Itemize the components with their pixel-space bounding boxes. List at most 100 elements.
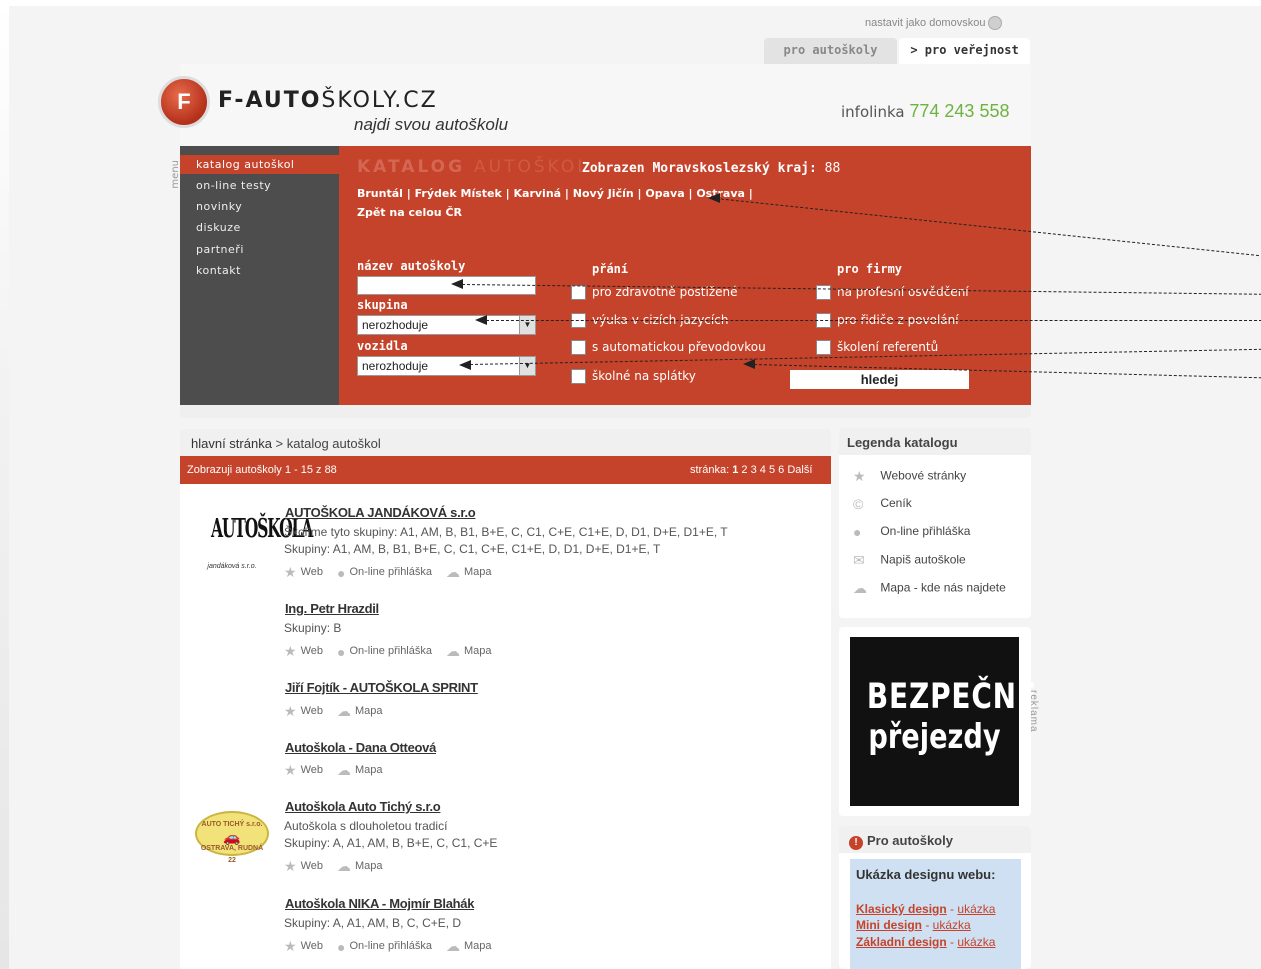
wish-checkbox-installments[interactable] <box>571 369 586 384</box>
town-link-bruntal[interactable]: Bruntál <box>357 187 403 200</box>
web-link[interactable]: Web <box>301 860 323 872</box>
map-link[interactable]: Mapa <box>355 764 383 776</box>
map-link[interactable]: Mapa <box>464 940 492 952</box>
online-signup-link[interactable]: On-line přihláška <box>349 566 432 578</box>
menu-item-diskuze[interactable]: diskuze <box>180 218 339 237</box>
design-link-basic[interactable]: Základní design - ukázka <box>856 935 995 949</box>
school-logo-tichy[interactable]: AUTO TICHÝ s.r.o. 🚗 OSTRAVA, RUDNÁ 22 <box>195 811 269 864</box>
page-link-6[interactable]: 6 <box>778 464 784 476</box>
legend-item-online: ● On-line přihláška <box>853 524 970 540</box>
group-select[interactable]: nerozhoduje ▼ <box>357 315 536 335</box>
wish-checkbox-automatic[interactable] <box>571 340 586 355</box>
school-logo-jandakova[interactable]: AUTOŠKOLA jandáková s.r.o. <box>197 503 313 571</box>
online-signup-link[interactable]: On-line přihláška <box>349 940 432 952</box>
vehicle-select[interactable]: nerozhoduje ▼ <box>357 356 536 376</box>
pro-subtitle: Ukázka designu webu: <box>856 867 996 882</box>
school-description: Školíme tyto skupiny: A1, AM, B, B1, B+E… <box>284 525 728 539</box>
logo-jandakova-title: AUTOŠKOLA <box>211 514 313 544</box>
menu-item-partneri[interactable]: partneři <box>180 240 339 259</box>
web-link[interactable]: Web <box>301 940 323 952</box>
wish-checkbox-disabled[interactable] <box>571 285 586 300</box>
group-select-value: nerozhoduje <box>362 318 429 332</box>
chevron-down-icon: ▼ <box>519 357 535 375</box>
town-link-frydek[interactable]: Frýdek Místek <box>415 187 502 200</box>
map-link[interactable]: Mapa <box>355 860 383 872</box>
menu-item-kontakt[interactable]: kontakt <box>180 261 339 280</box>
legend-item-price: © Ceník <box>853 496 912 512</box>
name-label: název autoškoly <box>357 259 466 273</box>
star-icon: ★ <box>284 938 297 954</box>
hotline-number: 774 243 558 <box>909 101 1010 121</box>
school-name-link[interactable]: AUTOŠKOLA JANDÁKOVÁ s.r.o <box>285 505 476 520</box>
side-menu: katalog autoškol on-line testy novinky d… <box>180 146 339 405</box>
web-link[interactable]: Web <box>301 705 323 717</box>
web-link[interactable]: Web <box>301 645 323 657</box>
town-link-novy-jicin[interactable]: Nový Jičín <box>573 187 634 200</box>
hotline-label: infolinka <box>841 103 905 121</box>
star-icon: ★ <box>284 643 297 659</box>
pro-title: ! Pro autoškoly <box>849 833 953 850</box>
school-name-link[interactable]: Autoškola - Dana Otteová <box>285 740 436 755</box>
design-suffix-basic: ukázka <box>957 935 996 949</box>
menu-item-katalog[interactable]: katalog autoškol <box>180 155 339 174</box>
design-link-classic[interactable]: Klasický design - ukázka <box>856 902 995 916</box>
town-link-karvina[interactable]: Karviná <box>514 187 562 200</box>
tab-pro-verejnost[interactable]: > pro veřejnost <box>899 38 1030 64</box>
breadcrumb-home-link[interactable]: hlavní stránka <box>191 436 272 451</box>
school-links: ★ Web ● On-line přihláška ☁ Mapa <box>284 643 506 660</box>
search-button[interactable]: hledej <box>790 370 969 389</box>
town-link-opava[interactable]: Opava <box>645 187 684 200</box>
page-link-5[interactable]: 5 <box>769 464 775 476</box>
map-icon: ☁ <box>336 858 351 874</box>
school-groups: Skupiny: A, A1, AM, B, B+E, C, C1, C+E <box>284 836 498 850</box>
school-name-link[interactable]: Ing. Petr Hrazdil <box>285 601 379 616</box>
online-signup-link[interactable]: On-line přihláška <box>349 645 432 657</box>
web-link[interactable]: Web <box>301 764 323 776</box>
listing-count: Zobrazuji autoškoly 1 - 15 z 88 <box>187 464 337 476</box>
map-link[interactable]: Mapa <box>355 705 383 717</box>
school-name-link[interactable]: Jiří Fojtík - AUTOŠKOLA SPRINT <box>285 680 478 695</box>
page-link-3[interactable]: 3 <box>751 464 757 476</box>
menu-item-novinky[interactable]: novinky <box>180 197 339 216</box>
pagination: stránka: 1 2 3 4 5 6 Další <box>690 464 812 476</box>
car-icon: 🚗 <box>223 829 241 845</box>
legend-label-web: Webové stránky <box>880 468 967 483</box>
design-link-mini[interactable]: Mini design - ukázka <box>856 918 971 932</box>
set-homepage-link[interactable]: nastavit jako domovskou <box>865 16 1003 30</box>
callout-arrow-icon <box>475 315 487 325</box>
listing-body <box>180 484 831 969</box>
map-link[interactable]: Mapa <box>464 566 492 578</box>
menu-item-online-testy[interactable]: on-line testy <box>180 176 339 195</box>
design-name-classic: Klasický design <box>856 902 947 916</box>
school-name-link[interactable]: Autoškola NIKA - Mojmír Blahák <box>285 896 474 911</box>
pager-label: stránka: <box>690 464 730 476</box>
design-suffix-mini: ukázka <box>932 918 971 932</box>
logo-text[interactable]: F-AUTOŠKOLY.CZ <box>218 88 438 113</box>
back-to-cr-link[interactable]: Zpět na celou ČR <box>357 206 462 219</box>
web-link[interactable]: Web <box>301 566 323 578</box>
legend-item-web: ★ Webové stránky <box>853 468 966 485</box>
price-icon: © <box>853 496 864 512</box>
firm-checkbox-professional[interactable] <box>816 285 831 300</box>
check-icon: ● <box>336 938 346 955</box>
vehicle-select-value: nerozhoduje <box>362 359 429 373</box>
logo-icon[interactable]: F <box>158 76 210 128</box>
map-icon: ☁ <box>853 580 867 596</box>
star-icon: ★ <box>284 564 297 580</box>
callout-arrow-icon <box>451 279 463 289</box>
page-link-2[interactable]: 2 <box>741 464 747 476</box>
alert-icon: ! <box>849 836 863 850</box>
homepage-icon <box>988 16 1003 30</box>
map-link[interactable]: Mapa <box>464 645 492 657</box>
page-link-4[interactable]: 4 <box>760 464 766 476</box>
map-icon: ☁ <box>336 703 351 719</box>
ad-banner[interactable]: BEZPEČNÉ přejezdy <box>850 637 1036 806</box>
star-icon: ★ <box>284 762 297 778</box>
school-name-link[interactable]: Autoškola Auto Tichý s.r.o <box>285 799 441 814</box>
school-groups: Skupiny: A, A1, AM, B, C, C+E, D <box>284 916 462 930</box>
set-homepage-label: nastavit jako domovskou <box>865 16 986 29</box>
page-next-link[interactable]: Další <box>787 464 812 476</box>
school-links: ★ Web ☁ Mapa <box>284 762 397 779</box>
firm-checkbox-referents[interactable] <box>816 340 831 355</box>
tab-pro-autoskoly[interactable]: pro autoškoly <box>764 38 897 64</box>
